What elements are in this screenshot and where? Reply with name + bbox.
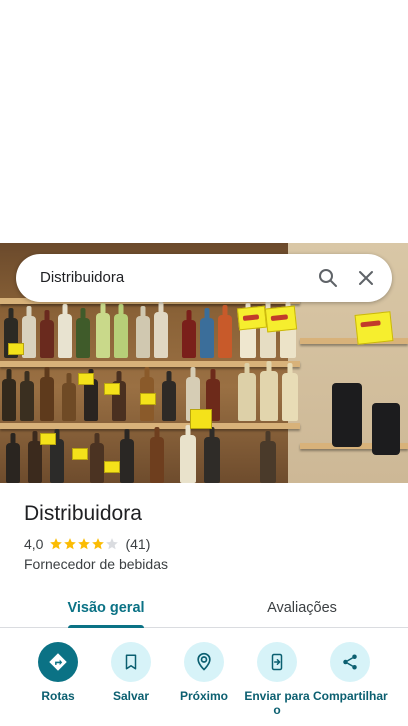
- photo-telephone: [372, 403, 400, 455]
- nearby-icon: [197, 652, 211, 671]
- photo-price-sign: [264, 305, 298, 333]
- send-to-phone-button[interactable]: Enviar para o: [240, 642, 314, 717]
- photo-price-tag: [78, 373, 94, 385]
- star-icon: [92, 538, 105, 550]
- share-icon: [343, 654, 357, 670]
- photo-price-sign: [354, 311, 394, 345]
- tab-overview[interactable]: Visão geral: [0, 588, 212, 628]
- photo-price-sign: [236, 305, 268, 331]
- bookmark-icon: [125, 654, 137, 670]
- star-empty-icon: [106, 538, 119, 550]
- photo-price-tag: [104, 383, 120, 395]
- search-icon[interactable]: [316, 266, 340, 290]
- nearby-label: Próximo: [179, 689, 228, 703]
- place-tabs: Visão geral Avaliações: [0, 588, 408, 628]
- star-icon: [64, 538, 77, 550]
- active-tab-indicator: [68, 625, 144, 628]
- place-title: Distribuidora: [24, 502, 142, 525]
- directions-circle: [38, 642, 78, 682]
- save-circle: [111, 642, 151, 682]
- photo-price-tag: [8, 343, 24, 355]
- send-to-phone-icon: [271, 653, 283, 671]
- share-circle: [330, 642, 370, 682]
- photo-price-tag: [72, 448, 88, 460]
- review-count[interactable]: (41): [125, 536, 150, 552]
- save-label: Salvar: [112, 689, 150, 703]
- send-to-phone-circle: [257, 642, 297, 682]
- map-placeholder-area: [0, 0, 408, 243]
- photo-price-tag: [104, 461, 120, 473]
- photo-price-tag: [40, 433, 56, 445]
- directions-label: Rotas: [41, 689, 75, 703]
- tab-overview-label: Visão geral: [67, 600, 145, 616]
- tab-reviews-label: Avaliações: [267, 600, 337, 616]
- rating-value: 4,0: [24, 536, 44, 552]
- send-to-phone-label: Enviar para o: [244, 689, 310, 717]
- close-icon[interactable]: [354, 266, 378, 290]
- rating-stars: [49, 537, 119, 551]
- nearby-circle: [184, 642, 224, 682]
- photo-price-tag: [190, 409, 212, 429]
- search-bar[interactable]: Distribuidora: [16, 254, 392, 302]
- directions-button[interactable]: Rotas: [21, 642, 95, 703]
- save-button[interactable]: Salvar: [94, 642, 168, 703]
- rating-row[interactable]: 4,0 (41): [24, 536, 150, 552]
- place-category: Fornecedor de bebidas: [24, 556, 168, 572]
- tab-reviews[interactable]: Avaliações: [196, 588, 408, 628]
- star-icon: [78, 538, 91, 550]
- photo-telephone: [332, 383, 362, 447]
- search-query-text[interactable]: Distribuidora: [40, 269, 124, 286]
- share-label: Compartilhar: [313, 689, 388, 703]
- share-button[interactable]: Compartilhar: [313, 642, 388, 703]
- star-icon: [50, 538, 63, 550]
- nearby-button[interactable]: Próximo: [167, 642, 241, 703]
- directions-icon: [49, 653, 67, 671]
- photo-price-tag: [140, 393, 156, 405]
